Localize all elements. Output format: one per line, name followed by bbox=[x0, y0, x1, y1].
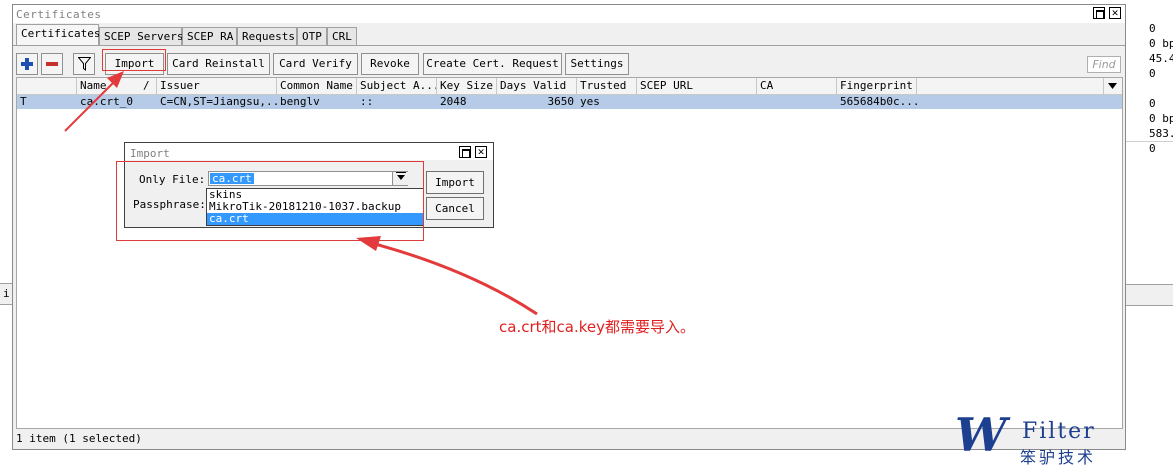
logo-subtitle: 笨驴技术 bbox=[1020, 448, 1097, 467]
logo-letter: W bbox=[955, 408, 1007, 462]
arrow-to-import-button bbox=[64, 71, 124, 132]
logo: W Filter 笨驴技术 bbox=[950, 408, 1125, 467]
annotation-arrows bbox=[64, 71, 538, 316]
annotation-note: ca.crt和ca.key都需要导入。 bbox=[499, 318, 695, 336]
logo-name: Filter bbox=[1022, 419, 1096, 444]
arrow-to-import-dialog bbox=[356, 236, 538, 316]
